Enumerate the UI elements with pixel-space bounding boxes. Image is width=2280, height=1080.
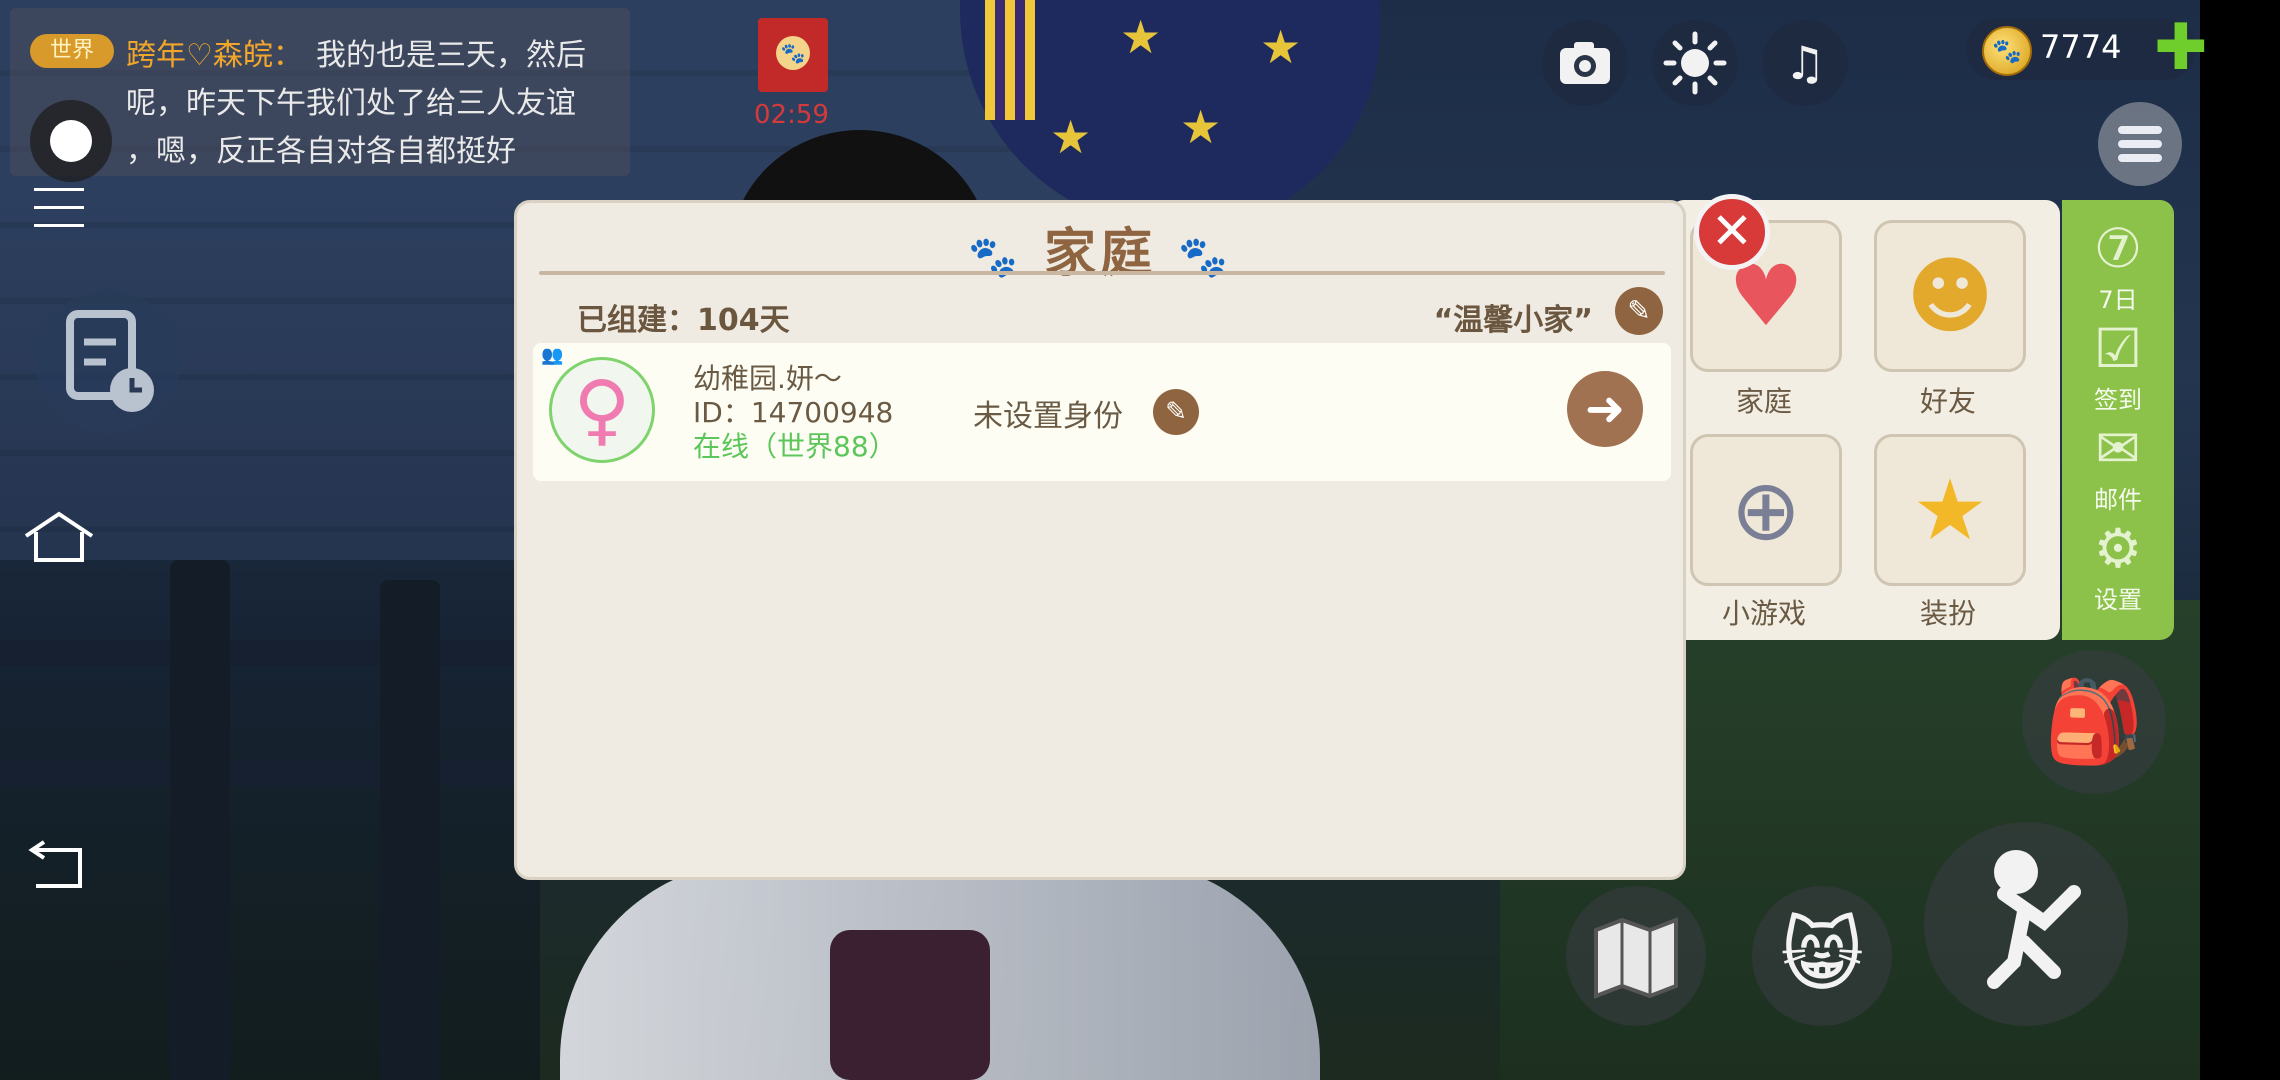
red-envelope-button[interactable]: 🐾 bbox=[758, 18, 828, 92]
record-button[interactable] bbox=[30, 100, 112, 182]
backpack-button[interactable]: 🎒 bbox=[2022, 650, 2166, 794]
banner-stripe bbox=[985, 0, 1035, 120]
friends-icon: ☻ bbox=[1906, 247, 1994, 345]
cat-face-icon: 😸 bbox=[1780, 909, 1864, 1002]
chat-sender: 跨年♡森皖： bbox=[126, 38, 303, 73]
chat-message-line: ，嗯，反正各自对各自都挺好 bbox=[126, 134, 516, 169]
tab-mail[interactable]: ✉ 邮件 bbox=[2062, 418, 2174, 515]
edit-role-button[interactable]: ✎ bbox=[1153, 389, 1199, 435]
member-role: 未设置身份 bbox=[973, 399, 1123, 434]
members-icon: 👥 bbox=[541, 345, 564, 366]
backpack-icon: 🎒 bbox=[2044, 675, 2144, 768]
task-log-button[interactable] bbox=[36, 290, 180, 434]
star-icon: ★ bbox=[1180, 100, 1222, 154]
star-icon: ★ bbox=[1050, 110, 1092, 164]
fence-rail bbox=[0, 640, 560, 666]
camera-icon[interactable] bbox=[1542, 20, 1628, 106]
character-boot bbox=[830, 930, 990, 1080]
magic-wand-icon: ★ bbox=[1912, 461, 1988, 559]
side-tab-bar: ⑦ 7日 ☑ 签到 ✉ 邮件 ⚙ 设置 bbox=[2062, 200, 2174, 640]
checkin-icon: ☑ bbox=[2093, 317, 2143, 380]
chat-message-line: 我的也是三天，然后 bbox=[316, 38, 586, 73]
paw-icon: 🐾 bbox=[776, 36, 810, 70]
tile-label: 小游戏 bbox=[1721, 597, 1806, 630]
close-dialog-button[interactable]: ✕ bbox=[1694, 194, 1770, 270]
tab-label: 设置 bbox=[2094, 586, 2142, 614]
fence-rail bbox=[0, 760, 560, 786]
map-icon bbox=[1594, 917, 1678, 999]
tab-seven-day[interactable]: ⑦ 7日 bbox=[2062, 218, 2174, 315]
minigame-tile[interactable]: ⊕ bbox=[1690, 434, 1842, 586]
edit-icon: ✎ bbox=[1627, 294, 1651, 327]
close-icon: ✕ bbox=[1711, 202, 1753, 260]
add-coins-button[interactable]: ✚ bbox=[2154, 16, 2208, 80]
edit-family-name-button[interactable]: ✎ bbox=[1615, 287, 1663, 335]
dressup-tile[interactable]: ★ bbox=[1874, 434, 2026, 586]
screen-edge bbox=[2200, 0, 2280, 1080]
jump-icon bbox=[1987, 850, 2081, 989]
fence-post bbox=[380, 580, 440, 1080]
visit-member-button[interactable]: ➜ bbox=[1567, 371, 1643, 447]
tile-label: 家庭 bbox=[1735, 385, 1792, 418]
tab-checkin[interactable]: ☑ 签到 bbox=[2062, 318, 2174, 415]
dialog-title: 家庭 bbox=[1043, 224, 1156, 284]
gamepad-icon: ⊕ bbox=[1730, 461, 1802, 559]
emote-button[interactable]: 😸 bbox=[1752, 886, 1892, 1026]
family-dialog: 🐾 家庭 🐾 已组建：104天 “温馨小家” ✎ 👥 ♀ 幼稚园.妍～ ID：1… bbox=[514, 200, 1686, 880]
member-status: 在线（世界88） bbox=[693, 430, 897, 463]
fence-post bbox=[170, 560, 230, 1080]
family-name: “温馨小家” bbox=[1433, 303, 1593, 338]
jump-button[interactable] bbox=[1924, 822, 2128, 1026]
map-button[interactable] bbox=[1566, 886, 1706, 1026]
mail-icon: ✉ bbox=[2095, 417, 2141, 480]
edit-icon: ✎ bbox=[1165, 397, 1187, 427]
document-clock-icon bbox=[66, 310, 154, 412]
tile-label: 装扮 bbox=[1919, 597, 1976, 630]
tile-label: 好友 bbox=[1919, 385, 1976, 418]
tab-label: 邮件 bbox=[2094, 486, 2142, 514]
tab-label: 7日 bbox=[2098, 286, 2138, 314]
star-icon: ★ bbox=[1260, 20, 1302, 74]
coin-icon: 🐾 bbox=[1982, 26, 2032, 76]
friends-tile[interactable]: ☻ bbox=[1874, 220, 2026, 372]
member-row[interactable]: 👥 ♀ 幼稚园.妍～ ID：14700948 在线（世界88） 未设置身份 ✎ … bbox=[533, 343, 1671, 481]
established-days: 已组建：104天 bbox=[577, 303, 790, 338]
avatar: ♀ bbox=[549, 357, 655, 463]
home-icon[interactable] bbox=[22, 508, 96, 568]
star-icon: ★ bbox=[1120, 10, 1162, 64]
red-envelope-timer: 02:59 bbox=[754, 100, 829, 130]
gear-icon: ⚙ bbox=[2093, 517, 2143, 580]
hamburger-menu-icon[interactable] bbox=[34, 188, 84, 242]
title-divider bbox=[539, 271, 1665, 275]
chat-channel-badge: 世界 bbox=[30, 34, 114, 68]
tab-label: 签到 bbox=[2094, 386, 2142, 414]
female-gender-icon: ♀ bbox=[573, 365, 631, 455]
arrow-right-icon: ➜ bbox=[1584, 381, 1626, 437]
chat-message-line: 呢，昨天下午我们处了给三人友谊 bbox=[126, 86, 576, 121]
list-menu-icon[interactable] bbox=[2098, 102, 2182, 186]
tab-settings[interactable]: ⚙ 设置 bbox=[2062, 518, 2174, 615]
music-icon[interactable]: ♫ bbox=[1762, 20, 1848, 106]
back-icon[interactable] bbox=[22, 840, 96, 900]
brightness-icon[interactable] bbox=[1652, 20, 1738, 106]
seven-day-icon: ⑦ bbox=[2093, 217, 2143, 280]
coin-amount: 7774 bbox=[2040, 28, 2122, 66]
